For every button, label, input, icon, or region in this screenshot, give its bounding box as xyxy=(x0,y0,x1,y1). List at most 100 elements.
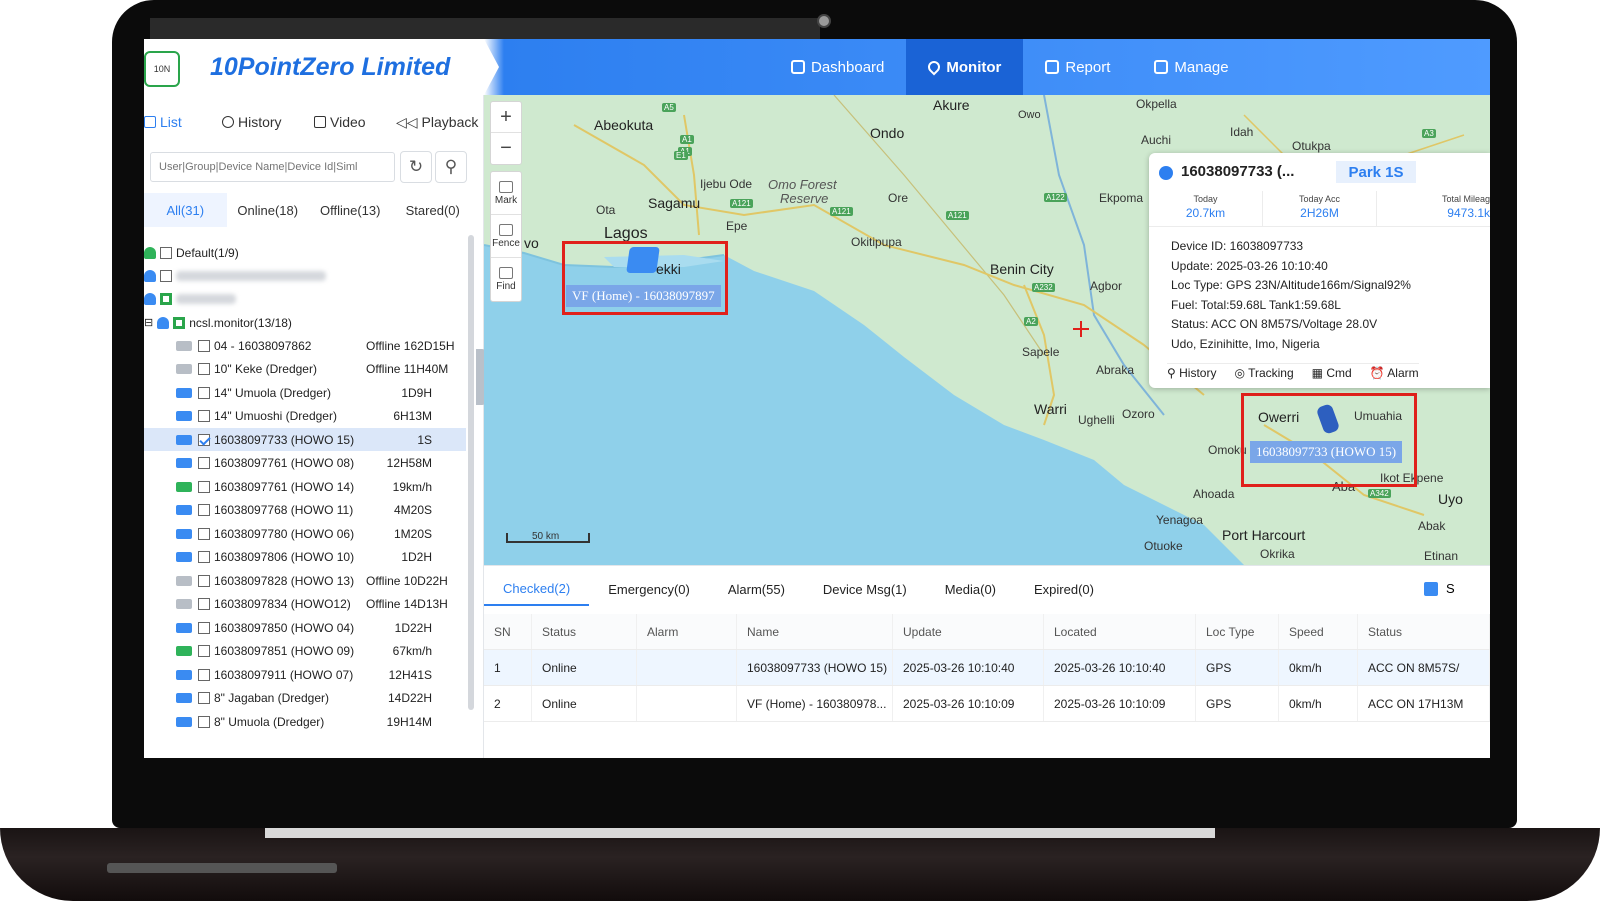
device-checkbox[interactable] xyxy=(198,480,210,493)
device-row[interactable]: 16038097911 (HOWO 07) 12H41S xyxy=(144,663,466,686)
group-checkbox[interactable] xyxy=(173,316,186,329)
tab-history[interactable]: History xyxy=(222,107,282,137)
device-checkbox[interactable] xyxy=(198,715,210,728)
vehicle-home-marker[interactable] xyxy=(626,247,660,273)
column-header[interactable]: Loc Type xyxy=(1196,614,1279,649)
device-row[interactable]: 8" Umuola (Dredger) 19H14M xyxy=(144,710,466,733)
tree-group-hidden-1[interactable] xyxy=(144,264,466,287)
device-row[interactable]: 16038097768 (HOWO 11) 4M20S xyxy=(144,499,466,522)
device-search-input[interactable] xyxy=(150,152,395,182)
popup-history-button[interactable]: ⚲ History xyxy=(1167,366,1216,380)
device-row[interactable]: 8" Jagaban (Dredger) 14D22H xyxy=(144,687,466,710)
column-header[interactable]: Speed xyxy=(1279,614,1358,649)
filter-online[interactable]: Online(18) xyxy=(227,193,310,227)
column-header[interactable]: Located xyxy=(1044,614,1196,649)
zoom-in-button[interactable]: + xyxy=(491,102,521,133)
tree-group-default[interactable]: Default(1/9) xyxy=(144,241,466,264)
nav-report[interactable]: Report xyxy=(1023,39,1132,95)
column-header[interactable]: Name xyxy=(737,614,893,649)
device-row[interactable]: 10" Keke (Dredger) Offline 11H40M xyxy=(144,358,466,381)
filter-offline[interactable]: Offline(13) xyxy=(309,193,392,227)
popup-alarm-button[interactable]: ⏰ Alarm xyxy=(1370,366,1419,380)
column-header[interactable]: Status xyxy=(1358,614,1490,649)
tab-playback[interactable]: ◁◁ Playback xyxy=(396,107,478,137)
device-checkbox[interactable] xyxy=(198,386,210,399)
group-checkbox[interactable] xyxy=(160,292,172,305)
nav-manage[interactable]: Manage xyxy=(1132,39,1250,95)
device-checkbox[interactable] xyxy=(198,692,210,704)
tab-expired[interactable]: Expired(0) xyxy=(1015,572,1113,606)
device-row[interactable]: 14" Umuola (Dredger) 1D9H xyxy=(144,381,466,404)
add-user-button[interactable]: ⚲ xyxy=(435,151,467,183)
map-view[interactable]: + − Mark Fence Find Abeokuta Akure Ondo … xyxy=(484,95,1490,565)
vehicle-label-home[interactable]: VF (Home) - 16038097897 xyxy=(566,285,721,307)
redacted-label xyxy=(176,293,236,304)
tree-group-hidden-2[interactable] xyxy=(144,287,466,310)
device-checkbox[interactable] xyxy=(198,504,210,516)
redacted-label xyxy=(176,270,326,281)
tree-group-monitor[interactable]: ⊟ ncsl.monitor(13/18) xyxy=(144,311,466,334)
device-checkbox[interactable] xyxy=(198,363,210,375)
nav-monitor[interactable]: Monitor xyxy=(906,39,1024,95)
device-row[interactable]: 16038097806 (HOWO 10) 1D2H xyxy=(144,546,466,569)
find-tool-button[interactable]: Find xyxy=(491,258,521,301)
popup-cmd-button[interactable]: ▦ Cmd xyxy=(1312,366,1352,380)
device-row[interactable]: 14" Umuoshi (Dredger) 6H13M xyxy=(144,405,466,428)
device-row[interactable]: 16038097834 (HOWO12) Offline 14D13H xyxy=(144,593,466,616)
device-checkbox[interactable] xyxy=(198,339,210,352)
device-row[interactable]: 16038097828 (HOWO 13) Offline 10D22H xyxy=(144,569,466,592)
refresh-button[interactable]: ↻ xyxy=(400,151,432,183)
tab-alarm[interactable]: Alarm(55) xyxy=(709,572,804,606)
device-checkbox[interactable] xyxy=(198,457,210,469)
device-checkbox[interactable] xyxy=(198,527,210,540)
mark-tool-button[interactable]: Mark xyxy=(491,172,521,215)
vehicle-label-howo15[interactable]: 16038097733 (HOWO 15) xyxy=(1250,441,1403,463)
zoom-out-button[interactable]: − xyxy=(491,133,521,164)
column-header[interactable]: Status xyxy=(532,614,637,649)
device-row[interactable]: 16038097851 (HOWO 09) 67km/h xyxy=(144,640,466,663)
tab-list[interactable]: List xyxy=(144,107,182,137)
map-place: Ondo xyxy=(870,125,905,141)
device-row[interactable]: 16038097761 (HOWO 08) 12H58M xyxy=(144,452,466,475)
tab-emergency[interactable]: Emergency(0) xyxy=(589,572,709,606)
device-checkbox[interactable] xyxy=(198,551,210,563)
device-checkbox[interactable] xyxy=(198,645,210,657)
column-header[interactable]: SN xyxy=(484,614,532,649)
device-row[interactable]: 16038097761 (HOWO 14) 19km/h xyxy=(144,475,466,498)
device-row[interactable]: 04 - 16038097862 Offline 162D15H xyxy=(144,334,466,357)
group-checkbox[interactable] xyxy=(160,269,172,282)
column-header[interactable]: Update xyxy=(893,614,1044,649)
filter-stared[interactable]: Stared(0) xyxy=(392,193,475,227)
device-checkbox[interactable] xyxy=(198,598,210,610)
device-checkbox[interactable] xyxy=(198,668,210,681)
device-checkbox[interactable] xyxy=(198,621,210,634)
map-pin-icon xyxy=(925,58,943,76)
bottom-checkbox[interactable] xyxy=(1424,582,1438,596)
nav-dashboard[interactable]: Dashboard xyxy=(769,39,906,95)
tab-media[interactable]: Media(0) xyxy=(926,572,1015,606)
group-checkbox[interactable] xyxy=(160,246,172,259)
collapse-icon[interactable]: ⊟ xyxy=(144,316,153,329)
filter-all[interactable]: All(31) xyxy=(144,193,227,227)
table-row[interactable]: 2 Online VF (Home) - 160380978... 2025-03-2… xyxy=(484,686,1490,722)
popup-tracking-button[interactable]: ◎ Tracking xyxy=(1234,366,1293,380)
device-checkbox[interactable] xyxy=(198,574,210,587)
column-header[interactable]: Alarm xyxy=(637,614,737,649)
fence-tool-button[interactable]: Fence xyxy=(491,215,521,258)
device-tree: Default(1/9) ⊟ ncsl.monitor(13/18) 04 - … xyxy=(144,239,466,758)
truck-icon xyxy=(176,622,192,633)
sidebar-scrollbar[interactable] xyxy=(468,235,474,710)
table-row[interactable]: 1 Online 16038097733 (HOWO 15) 2025-03-26 1… xyxy=(484,650,1490,686)
device-row[interactable]: 16038097780 (HOWO 06) 1M20S xyxy=(144,522,466,545)
stat-label: Total Mileag xyxy=(1441,194,1490,204)
tab-device-msg[interactable]: Device Msg(1) xyxy=(804,572,926,606)
device-checkbox[interactable] xyxy=(198,410,210,422)
tab-checked[interactable]: Checked(2) xyxy=(484,572,590,606)
device-name: 16038097761 (HOWO 14) xyxy=(214,479,355,494)
device-checkbox[interactable] xyxy=(198,433,210,446)
checked-table: SN Status Alarm Name Update Located Loc Type Sp… xyxy=(484,614,1490,722)
device-status: 1M20S xyxy=(393,526,432,541)
device-row[interactable]: 16038097733 (HOWO 15) 1S xyxy=(144,428,466,451)
tab-video[interactable]: Video xyxy=(314,107,366,137)
device-row[interactable]: 16038097850 (HOWO 04) 1D22H xyxy=(144,616,466,639)
